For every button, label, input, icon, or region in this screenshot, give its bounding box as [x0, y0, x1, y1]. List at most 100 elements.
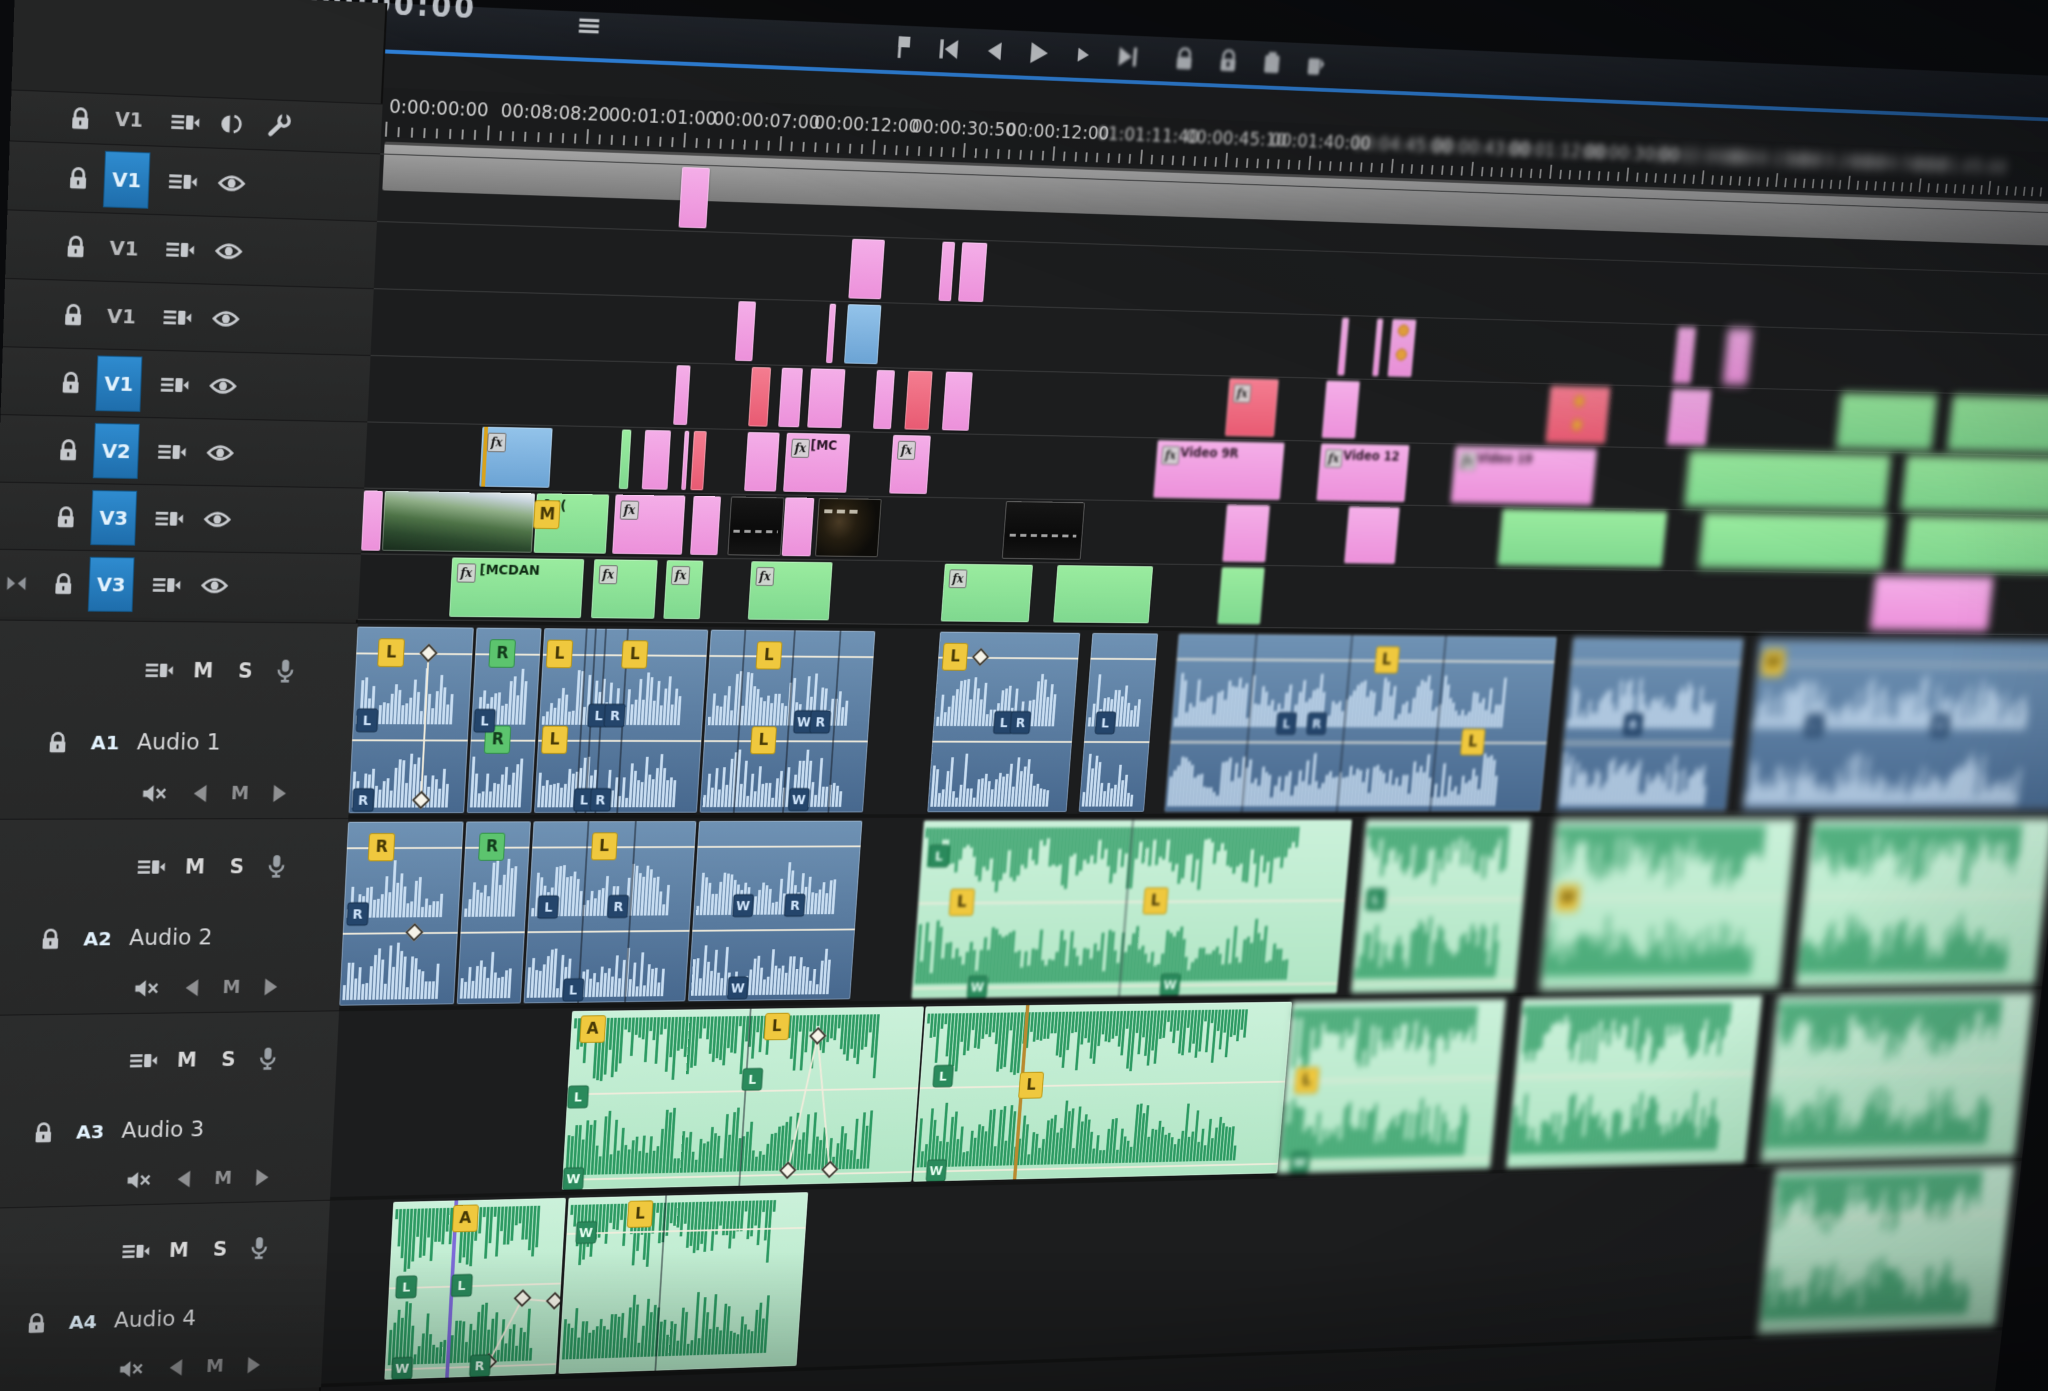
- solo-button[interactable]: S: [221, 1048, 236, 1071]
- video-clip[interactable]: [1217, 567, 1264, 624]
- audio-clip[interactable]: ALWLL: [562, 1006, 924, 1189]
- audio-clip[interactable]: R: [457, 821, 531, 1004]
- video-clip[interactable]: [1337, 318, 1349, 376]
- lock-icon[interactable]: [67, 165, 90, 191]
- audio-clip[interactable]: LLR: [349, 627, 474, 814]
- track-output-eye-icon[interactable]: [215, 241, 243, 261]
- video-clip-thumbnail[interactable]: [382, 491, 535, 553]
- prev-keyframe-icon[interactable]: [193, 785, 206, 802]
- source-camera-icon[interactable]: [144, 661, 174, 681]
- audio-clip[interactable]: [1760, 992, 2033, 1162]
- step-back-icon[interactable]: [982, 38, 1005, 63]
- video-clip[interactable]: [1901, 455, 2048, 513]
- video-clip[interactable]: [848, 239, 885, 299]
- video-clip[interactable]: [744, 432, 780, 492]
- mute-button[interactable]: M: [169, 1239, 190, 1262]
- video-clip[interactable]: [1344, 507, 1400, 564]
- video-clip[interactable]: [1902, 516, 2048, 573]
- lock-icon[interactable]: [52, 572, 74, 597]
- camera-icon[interactable]: [170, 112, 200, 133]
- timeline-settings-icon[interactable]: [266, 112, 292, 139]
- track-output-eye-icon[interactable]: [218, 173, 246, 193]
- extract-icon[interactable]: [1217, 49, 1240, 74]
- camera-icon[interactable]: [157, 442, 187, 462]
- audio-clip[interactable]: LLWRW: [700, 630, 876, 813]
- audio-clip[interactable]: ALLWR: [384, 1198, 566, 1380]
- track-output-eye-icon[interactable]: [212, 309, 240, 329]
- video-clip[interactable]: [748, 367, 771, 427]
- video-clip[interactable]: fx: [479, 427, 552, 488]
- track-output-eye-icon[interactable]: [206, 443, 234, 462]
- video-clip[interactable]: [735, 301, 756, 361]
- video-clip[interactable]: fx: [1225, 378, 1279, 437]
- source-camera-icon[interactable]: [136, 857, 165, 876]
- video-clip[interactable]: fx: [941, 564, 1033, 623]
- video-clip[interactable]: [N(M: [534, 493, 610, 553]
- source-assign-v1[interactable]: V1: [100, 219, 147, 276]
- audio-clip[interactable]: [1795, 818, 2048, 987]
- video-clip[interactable]: [673, 365, 690, 425]
- video-clip[interactable]: [679, 167, 710, 228]
- video-clip[interactable]: [1698, 512, 1888, 570]
- audio-clip[interactable]: LLLLRLR: [534, 628, 708, 813]
- video-clip[interactable]: [807, 368, 845, 428]
- audio-clip[interactable]: LLRL: [524, 821, 697, 1003]
- lock-icon[interactable]: [55, 505, 77, 530]
- keyframe-menu-button[interactable]: M: [231, 783, 250, 804]
- camera-icon[interactable]: [152, 575, 182, 595]
- prev-keyframe-icon[interactable]: [177, 1171, 190, 1188]
- video-clip[interactable]: fxVideo 12: [1316, 443, 1409, 502]
- mute-button[interactable]: M: [177, 1049, 198, 1072]
- camera-icon[interactable]: [165, 239, 195, 260]
- source-assign-a2[interactable]: A2: [75, 912, 121, 966]
- video-clip[interactable]: [938, 242, 955, 302]
- video-clip[interactable]: [681, 431, 689, 490]
- step-forward-icon[interactable]: [1073, 43, 1094, 66]
- voiceover-mic-icon[interactable]: [266, 854, 286, 880]
- play-icon[interactable]: [1026, 39, 1051, 66]
- video-clip[interactable]: [1222, 505, 1270, 563]
- source-assign-a4[interactable]: A4: [60, 1296, 105, 1349]
- next-keyframe-icon[interactable]: [248, 1357, 261, 1374]
- solo-button[interactable]: S: [213, 1238, 228, 1260]
- lock-icon[interactable]: [69, 105, 92, 131]
- lock-icon[interactable]: [64, 234, 87, 260]
- video-clip[interactable]: fxVideo 9R: [1153, 440, 1284, 500]
- video-clip[interactable]: [1372, 319, 1383, 377]
- video-clip[interactable]: [1673, 327, 1697, 384]
- video-clip[interactable]: [958, 242, 987, 302]
- solo-button[interactable]: S: [238, 659, 253, 682]
- source-assign-v3[interactable]: V3: [90, 490, 137, 546]
- audio-clip[interactable]: W: [1539, 819, 1796, 991]
- audio-clip[interactable]: L: [1351, 819, 1531, 993]
- source-assign-a3[interactable]: A3: [67, 1105, 113, 1158]
- video-clip[interactable]: fx: [663, 560, 703, 619]
- camera-icon[interactable]: [160, 375, 190, 395]
- video-clip[interactable]: fx: [889, 435, 931, 494]
- video-clip[interactable]: [690, 496, 721, 555]
- hamburger-icon[interactable]: [576, 15, 603, 37]
- video-clip[interactable]: [1053, 565, 1153, 623]
- go-to-in-icon[interactable]: [936, 37, 961, 62]
- marker-icon[interactable]: [894, 35, 912, 60]
- audio-clip[interactable]: LW: [1277, 999, 1506, 1173]
- camera-icon[interactable]: [154, 509, 184, 529]
- audio-clip[interactable]: L: [1079, 633, 1158, 812]
- video-clip[interactable]: fx: [591, 559, 658, 618]
- video-clip-thumbnail[interactable]: [815, 498, 882, 557]
- video-clip[interactable]: [1497, 509, 1667, 567]
- video-clip[interactable]: [1836, 393, 1938, 451]
- video-clip[interactable]: [642, 430, 671, 490]
- track-output-eye-icon[interactable]: [203, 510, 231, 529]
- voiceover-mic-icon[interactable]: [275, 658, 295, 684]
- audio-clip[interactable]: LRW: [1742, 639, 2048, 811]
- video-clip[interactable]: [826, 304, 836, 364]
- source-assign-v1[interactable]: V1: [98, 288, 145, 345]
- video-clip[interactable]: fx[MCDAN: [449, 557, 584, 618]
- voiceover-mic-icon[interactable]: [249, 1236, 269, 1261]
- source-camera-icon[interactable]: [121, 1242, 150, 1261]
- prev-keyframe-icon[interactable]: [169, 1359, 182, 1376]
- video-clip[interactable]: [1684, 451, 1891, 510]
- video-clip[interactable]: fx: [612, 495, 685, 555]
- audio-clip[interactable]: LLWLW: [911, 820, 1352, 999]
